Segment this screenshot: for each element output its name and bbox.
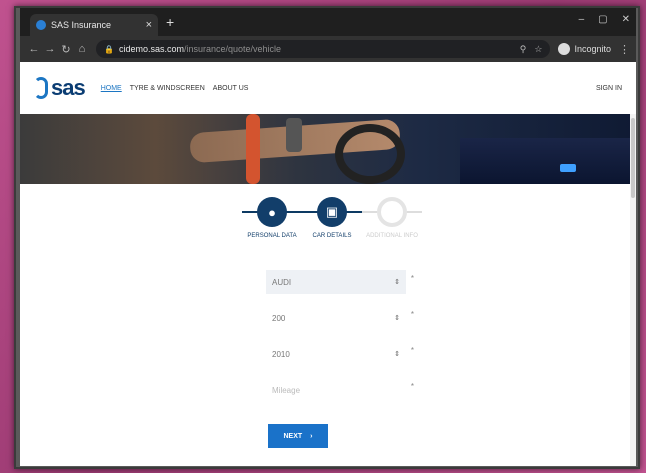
minimize-button[interactable]: – [579, 14, 585, 25]
main-nav: HOME TYRE & WINDSCREEN ABOUT US [101, 85, 249, 92]
url-host: cidemo.sas.com [118, 44, 184, 54]
tab-close-icon[interactable]: × [146, 19, 152, 31]
reload-icon[interactable]: ↻ [58, 43, 74, 56]
required-mark: * [410, 382, 414, 391]
forward-icon[interactable]: → [42, 43, 58, 55]
address-bar: ← → ↻ ⌂ 🔒 cidemo.sas.com /insurance/quot… [20, 36, 636, 62]
hero-steering-wheel-shape [335, 124, 405, 184]
home-icon[interactable]: ⌂ [74, 43, 90, 55]
make-select[interactable]: AUDI ⇕ * [266, 270, 414, 294]
step-car-details[interactable]: ▣ CAR DETAILS [302, 194, 362, 239]
url-input[interactable]: 🔒 cidemo.sas.com /insurance/quote/vehicl… [96, 40, 551, 58]
step-personal-data[interactable]: ● PERSONAL DATA [242, 194, 302, 239]
tab-title: SAS Insurance [51, 20, 112, 30]
mileage-input[interactable]: Mileage * [266, 378, 414, 402]
browser-window: SAS Insurance × + – ▢ ✕ ← → ↻ ⌂ 🔒 cidemo… [20, 8, 636, 466]
url-path: /insurance/quote/vehicle [184, 44, 282, 54]
step-additional-info[interactable]: ADDITIONAL INFO [362, 194, 422, 239]
star-icon[interactable]: ☆ [534, 44, 542, 55]
hero-sleeve-shape [246, 114, 260, 184]
step-label: PERSONAL DATA [247, 233, 297, 239]
select-arrow-icon: ⇕ [394, 351, 400, 358]
nav-home[interactable]: HOME [101, 85, 122, 92]
hero-watch-shape [286, 118, 302, 152]
favicon-icon [36, 20, 46, 30]
required-mark: * [410, 346, 414, 355]
new-tab-button[interactable]: + [166, 15, 174, 29]
browser-tab[interactable]: SAS Insurance × [30, 14, 158, 36]
hero-dashboard-shape [460, 138, 636, 184]
make-value: AUDI [272, 277, 292, 287]
tab-bar: SAS Insurance × + – ▢ ✕ [20, 8, 636, 36]
site-header: sas HOME TYRE & WINDSCREEN ABOUT US SIGN… [20, 62, 636, 114]
select-arrow-icon: ⇕ [394, 315, 400, 322]
vehicle-form: AUDI ⇕ * 200 ⇕ * 2010 ⇕ * Mileage * [266, 270, 414, 414]
zoom-icon[interactable]: ⚲ [520, 44, 527, 55]
select-arrow-icon: ⇕ [394, 279, 400, 286]
window-controls: – ▢ ✕ [579, 14, 630, 25]
sas-logo-mark-icon [34, 77, 48, 99]
nav-about-us[interactable]: ABOUT US [213, 85, 249, 92]
model-value: 200 [272, 313, 286, 323]
next-label: NEXT [283, 432, 303, 440]
required-mark: * [410, 310, 414, 319]
sas-logo[interactable]: sas [34, 75, 86, 101]
circle-icon [377, 197, 407, 227]
year-select[interactable]: 2010 ⇕ * [266, 342, 414, 366]
maximize-button[interactable]: ▢ [598, 14, 607, 25]
incognito-indicator[interactable]: Incognito [558, 43, 611, 55]
incognito-icon [558, 43, 571, 55]
menu-icon[interactable]: ⋮ [619, 43, 630, 56]
mileage-placeholder: Mileage [272, 385, 301, 395]
scrollbar-thumb[interactable] [631, 118, 635, 198]
step-label: ADDITIONAL INFO [366, 233, 418, 239]
close-window-button[interactable]: ✕ [622, 14, 630, 25]
car-icon: ▣ [317, 197, 347, 227]
nav-tyre-windscreen[interactable]: TYRE & WINDSCREEN [130, 85, 205, 92]
required-mark: * [410, 274, 414, 283]
hero-dash-light-shape [560, 164, 576, 172]
logo-text: sas [51, 75, 86, 100]
hero-banner-image [20, 114, 636, 184]
chevron-right-icon: › [310, 432, 313, 440]
next-button[interactable]: NEXT › [268, 424, 328, 448]
lock-icon: 🔒 [104, 44, 114, 54]
person-icon: ● [257, 197, 287, 227]
sign-in-link[interactable]: SIGN IN [596, 85, 622, 92]
progress-steps: ● PERSONAL DATA ▣ CAR DETAILS ADDITIONAL… [242, 194, 422, 254]
year-value: 2010 [272, 349, 290, 359]
model-select[interactable]: 200 ⇕ * [266, 306, 414, 330]
incognito-label: Incognito [574, 44, 611, 54]
step-label: CAR DETAILS [312, 233, 352, 239]
back-icon[interactable]: ← [26, 43, 42, 55]
